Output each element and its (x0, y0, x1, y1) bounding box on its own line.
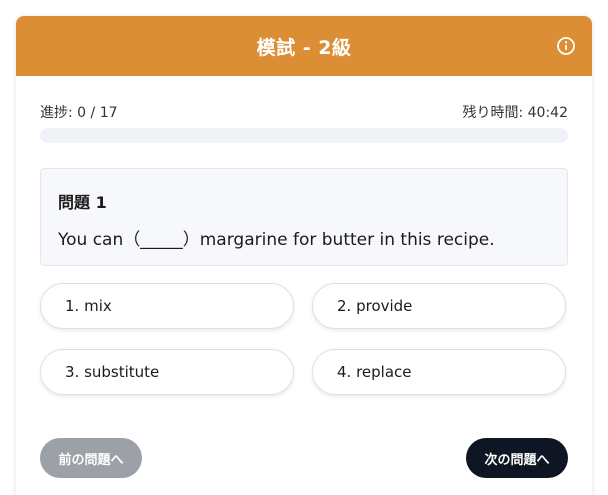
status-row: 進捗: 0 / 17 残り時間: 40:42 (40, 102, 568, 122)
progress-text: 進捗: 0 / 17 (40, 105, 118, 121)
progress-bar (40, 128, 568, 143)
option-3-button[interactable]: 3. substitute (40, 349, 294, 395)
info-circle-icon[interactable] (556, 36, 576, 56)
option-2-button[interactable]: 2. provide (312, 283, 566, 329)
question-title: 問題 1 (58, 193, 107, 212)
prev-question-button[interactable]: 前の問題へ (40, 438, 142, 478)
quiz-card: 模試 - 2級 進捗: 0 / 17 残り時間: 40:42 問題 1 You … (16, 16, 592, 495)
question-box: 問題 1 You can（_____）margarine for butter … (40, 168, 568, 266)
timer-text: 残り時間: 40:42 (462, 105, 568, 121)
next-question-button[interactable]: 次の問題へ (466, 438, 568, 478)
option-1-button[interactable]: 1. mix (40, 283, 294, 329)
question-text: You can（_____）margarine for butter in th… (58, 230, 495, 250)
quiz-header: 模試 - 2級 (16, 16, 592, 76)
option-4-button[interactable]: 4. replace (312, 349, 566, 395)
page-title: 模試 - 2級 (256, 36, 352, 59)
